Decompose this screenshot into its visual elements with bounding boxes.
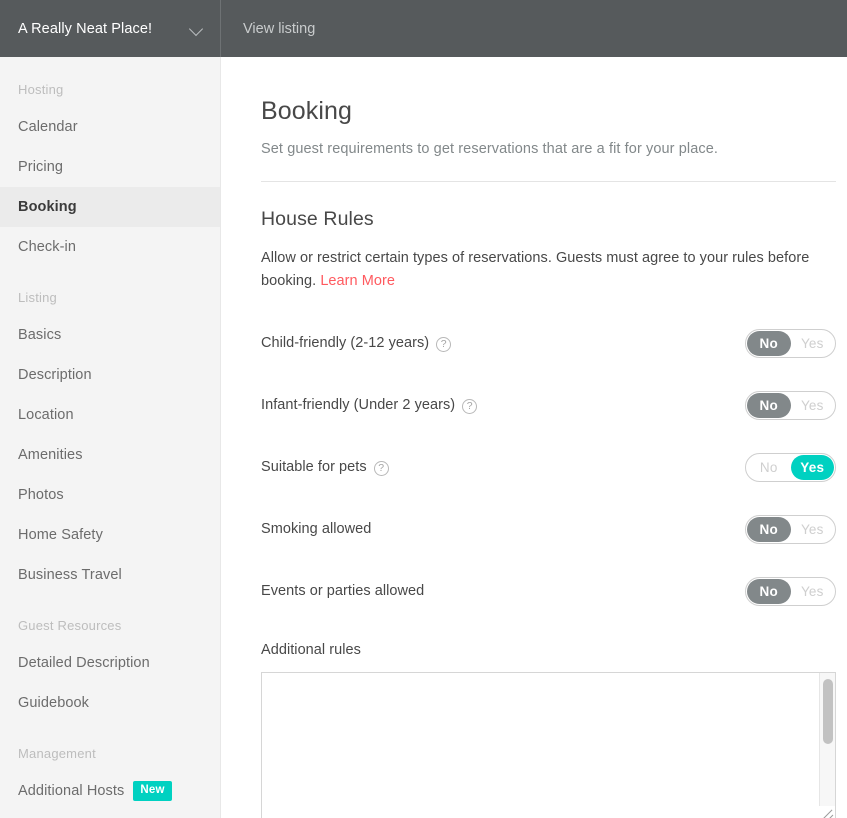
toggle-child-friendly[interactable]: No Yes [745, 328, 836, 358]
rule-label-text: Child-friendly (2-12 years) [261, 335, 430, 351]
listing-name-label: A Really Neat Place! [18, 20, 153, 37]
toggle-infant-friendly[interactable]: No Yes [745, 390, 836, 420]
page-title: Booking [261, 97, 353, 125]
sidebar-item-booking[interactable]: Booking [0, 187, 220, 227]
rule-label-text: Infant-friendly (Under 2 years) [261, 397, 456, 413]
top-header-bar: A Really Neat Place! View listing [0, 0, 847, 57]
rule-label-text: Suitable for pets [261, 459, 367, 475]
toggle-option-no[interactable]: No [747, 578, 791, 604]
sidebar-item-calendar[interactable]: Calendar [0, 107, 220, 147]
help-icon[interactable]: ? [373, 460, 389, 476]
section-divider [261, 181, 836, 182]
sidebar-item-label: Booking [18, 199, 77, 215]
rule-row-suitable-for-pets: Suitable for pets ? No Yes [261, 436, 836, 498]
help-icon[interactable]: ? [462, 398, 478, 414]
nav-group-title-guest-resources: Guest Resources [18, 618, 122, 633]
additional-rules-field-wrap [261, 672, 836, 818]
sidebar-item-amenities[interactable]: Amenities [0, 435, 220, 475]
toggle-option-no[interactable]: No [747, 516, 791, 542]
sidebar-item-additional-hosts[interactable]: Additional Hosts New [0, 771, 220, 811]
sidebar-item-business-travel[interactable]: Business Travel [0, 555, 220, 595]
rule-row-events-or-parties-allowed: Events or parties allowed No Yes [261, 560, 836, 622]
toggle-option-yes[interactable]: Yes [791, 331, 835, 356]
rule-label-text: Events or parties allowed [261, 583, 425, 599]
chevron-down-icon [190, 22, 204, 36]
rule-row-smoking-allowed: Smoking allowed No Yes [261, 498, 836, 560]
sidebar-item-label: Location [18, 407, 74, 423]
sidebar-item-label: Description [18, 367, 92, 383]
toggle-option-no[interactable]: No [747, 455, 791, 480]
learn-more-link[interactable]: Learn More [320, 273, 395, 289]
sidebar-item-label: Calendar [18, 119, 78, 135]
section-title-house-rules: House Rules [261, 208, 374, 230]
sidebar-item-label: Pricing [18, 159, 64, 175]
new-badge: New [133, 780, 172, 802]
page-subtitle: Set guest requirements to get reservatio… [261, 141, 719, 157]
sidebar-item-label: Detailed Description [18, 655, 150, 671]
sidebar-item-label: Additional Hosts [18, 783, 125, 799]
sidebar-item-home-safety[interactable]: Home Safety [0, 515, 220, 555]
rule-label: Child-friendly (2-12 years) ? [261, 335, 745, 352]
sidebar-item-basics[interactable]: Basics [0, 315, 220, 355]
sidebar-item-photos[interactable]: Photos [0, 475, 220, 515]
toggle-option-no[interactable]: No [747, 392, 791, 418]
nav-group-guest-resources: Guest Resources Detailed Description Gui… [0, 615, 220, 723]
nav-group-title-listing: Listing [18, 290, 57, 305]
rule-label-text: Smoking allowed [261, 521, 372, 537]
sidebar-item-guidebook[interactable]: Guidebook [0, 683, 220, 723]
rule-row-infant-friendly: Infant-friendly (Under 2 years) ? No Yes [261, 374, 836, 436]
sidebar-item-label: Basics [18, 327, 62, 343]
sidebar-item-label: Photos [18, 487, 64, 503]
toggle-option-yes[interactable]: Yes [790, 454, 834, 480]
nav-group-listing: Listing Basics Description Location Amen… [0, 287, 220, 595]
sidebar-item-label: Guidebook [18, 695, 90, 711]
sidebar-item-label: Check-in [18, 239, 77, 255]
sidebar-item-location[interactable]: Location [0, 395, 220, 435]
nav-group-management: Management Additional Hosts New [0, 743, 220, 811]
house-rules-list: Child-friendly (2-12 years) ? No Yes Inf… [261, 312, 836, 622]
sidebar-item-check-in[interactable]: Check-in [0, 227, 220, 267]
rule-label: Suitable for pets ? [261, 459, 745, 476]
section-description: Allow or restrict certain types of reser… [261, 247, 827, 293]
toggle-option-yes[interactable]: Yes [791, 393, 835, 418]
rule-label: Smoking allowed [261, 521, 745, 537]
additional-rules-label: Additional rules [261, 642, 361, 658]
sidebar-item-label: Business Travel [18, 567, 122, 583]
sidebar-item-detailed-description[interactable]: Detailed Description [0, 643, 220, 683]
sidebar-item-pricing[interactable]: Pricing [0, 147, 220, 187]
view-listing-link[interactable]: View listing [221, 0, 337, 57]
rule-label: Infant-friendly (Under 2 years) ? [261, 397, 745, 414]
sidebar-item-label: Home Safety [18, 527, 103, 543]
listing-selector-dropdown[interactable]: A Really Neat Place! [0, 0, 221, 57]
rule-row-child-friendly: Child-friendly (2-12 years) ? No Yes [261, 312, 836, 374]
nav-group-title-management: Management [18, 746, 96, 761]
sidebar-nav: Hosting Calendar Pricing Booking Check-i… [0, 57, 221, 818]
main-content: Booking Set guest requirements to get re… [222, 57, 847, 818]
toggle-smoking-allowed[interactable]: No Yes [745, 514, 836, 544]
additional-rules-textarea[interactable] [261, 672, 836, 818]
toggle-option-yes[interactable]: Yes [791, 579, 835, 604]
nav-group-title-hosting: Hosting [18, 82, 64, 97]
app-root: A Really Neat Place! View listing Hostin… [0, 0, 847, 818]
help-icon[interactable]: ? [436, 336, 452, 352]
nav-group-hosting: Hosting Calendar Pricing Booking Check-i… [0, 79, 220, 267]
sidebar-item-description[interactable]: Description [0, 355, 220, 395]
toggle-option-yes[interactable]: Yes [791, 517, 835, 542]
toggle-suitable-for-pets[interactable]: No Yes [745, 452, 836, 482]
rule-label: Events or parties allowed [261, 583, 745, 599]
toggle-events-or-parties-allowed[interactable]: No Yes [745, 576, 836, 606]
toggle-option-no[interactable]: No [747, 330, 791, 356]
sidebar-item-label: Amenities [18, 447, 83, 463]
